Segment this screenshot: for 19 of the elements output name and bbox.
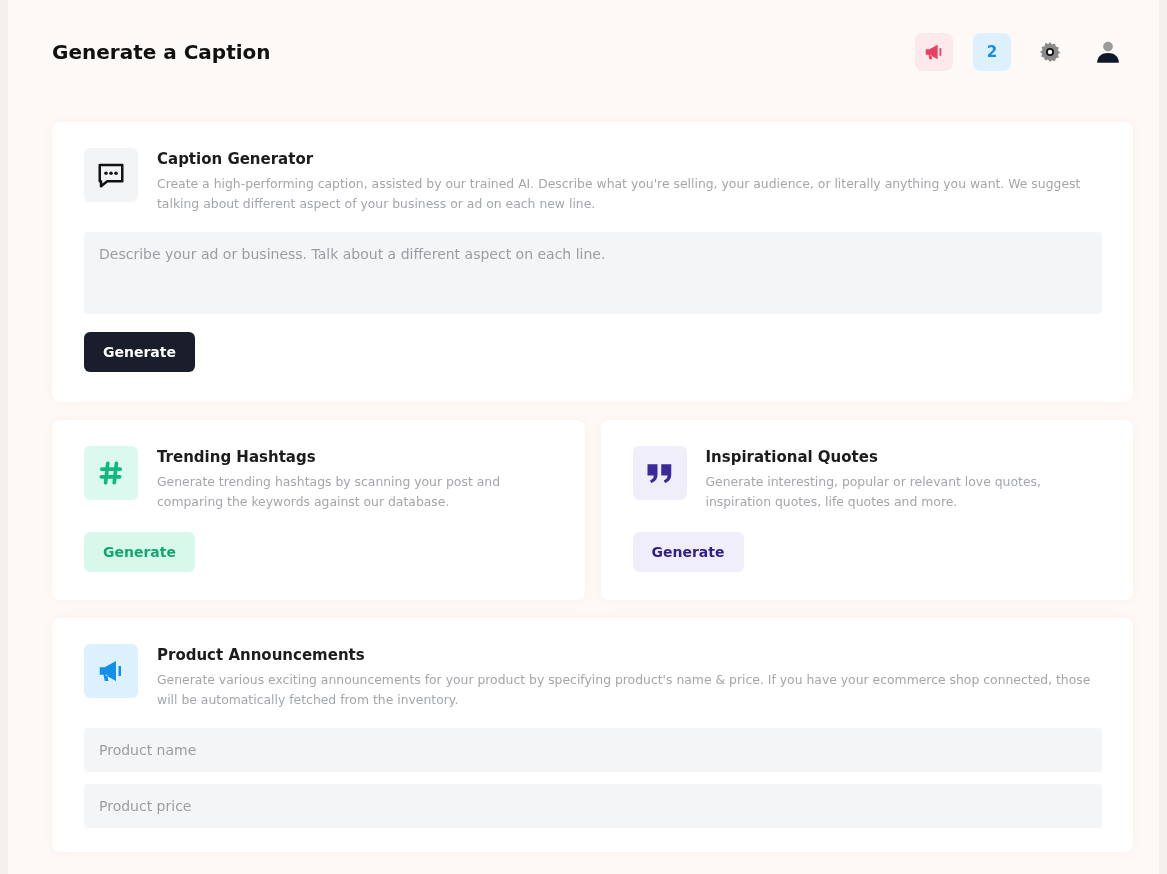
- card-description: Generate interesting, popular or relevant love quotes, inspiration quotes, life quotes and more.: [705, 473, 1042, 511]
- card-title: Trending Hashtags: [157, 448, 317, 466]
- generate-button[interactable]: Generate: [632, 532, 744, 572]
- megaphone-icon: [84, 644, 138, 698]
- generate-button[interactable]: Generate: [84, 332, 195, 372]
- page-title: Generate a Caption: [52, 40, 271, 64]
- input-field[interactable]: Product name: [84, 728, 1102, 772]
- prompt-field[interactable]: Describe your ad or business. Talk about a different aspect on each line.: [84, 232, 1102, 314]
- announcement-button[interactable]: [915, 33, 953, 71]
- card-title: Inspirational Quotes: [705, 448, 879, 466]
- card-description: Generate trending hashtags by scanning your post and comparing the keywords against our database.: [157, 473, 501, 511]
- card-title: Caption Generator: [157, 150, 315, 168]
- hashtag-icon: [84, 446, 138, 500]
- quote-icon: [632, 446, 687, 500]
- card-title: Product Announcements: [157, 646, 366, 664]
- input-field[interactable]: Product price: [84, 784, 1102, 828]
- card-description: Create a high-performing caption, assisted by our trained AI. Describe what you're selling, your audience, or literally anything you want. We suggest talking about different aspect of your business or ad on each new line.: [157, 175, 1082, 213]
- card-description: Generate various exciting announcements for your product by specifying product's name & price. If you have your ecommerce shop connected, those will be automatically fetched from the inventory.: [157, 671, 1092, 709]
- chat-bubble-icon: [84, 148, 138, 202]
